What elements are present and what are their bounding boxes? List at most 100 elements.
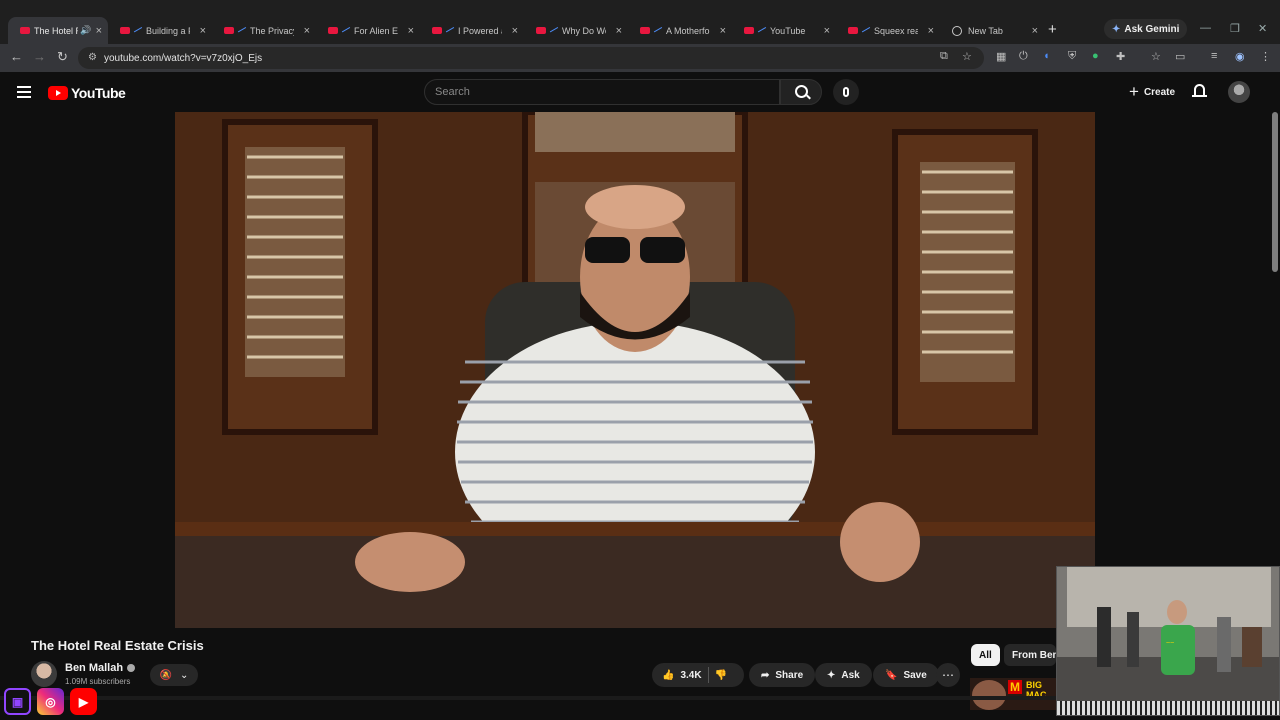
mcdonalds-logo-icon: M — [1008, 680, 1022, 694]
close-tab-icon[interactable]: × — [300, 25, 310, 37]
close-tab-icon[interactable]: × — [92, 25, 102, 37]
thumbnail-face — [972, 680, 1006, 710]
side-panel-icon[interactable]: ▭ — [1175, 50, 1185, 63]
tab-1[interactable]: The Hotel Re🔊× — [8, 17, 108, 44]
media-icon[interactable]: ≡ — [1211, 50, 1217, 62]
search-input[interactable]: Search — [424, 79, 780, 105]
account-avatar[interactable] — [1228, 81, 1250, 103]
voice-search-button[interactable] — [833, 79, 859, 105]
youtube-logo[interactable]: YouTube — [48, 85, 126, 101]
share-button[interactable]: ➦ Share — [749, 663, 816, 687]
recommended-video-thumbnail[interactable]: M BIG MAC — [970, 678, 1060, 710]
youtube-favicon-icon — [432, 27, 442, 34]
notifications-bell-icon[interactable] — [1192, 84, 1207, 99]
loading-icon — [237, 26, 248, 35]
like-button[interactable]: 👍 3.4K — [662, 670, 702, 681]
video-player[interactable] — [175, 112, 1095, 628]
channel-avatar[interactable] — [31, 661, 57, 687]
close-window-icon[interactable]: ✕ — [1258, 22, 1267, 35]
loading-icon — [341, 26, 352, 35]
close-tab-icon[interactable]: × — [820, 25, 830, 37]
tab-7[interactable]: A Motherfo × — [628, 17, 732, 44]
page-scrollbar[interactable] — [1272, 112, 1278, 272]
bookmarks-icon[interactable]: ☆ — [1151, 50, 1161, 63]
loading-icon — [445, 26, 456, 35]
bell-off-icon: 🔕 — [159, 669, 173, 681]
thumbs-up-icon: 👍 — [662, 669, 675, 681]
back-icon[interactable]: ← — [10, 49, 23, 64]
save-button[interactable]: 🔖 Save — [873, 663, 939, 687]
new-tab-button[interactable]: + — [1048, 21, 1057, 38]
youtube-favicon-icon — [120, 27, 130, 34]
close-tab-icon[interactable]: × — [1028, 25, 1038, 37]
tab-5[interactable]: I Powered a × — [420, 17, 524, 44]
globe-icon — [952, 25, 962, 36]
youtube-favicon-icon — [328, 27, 338, 34]
loading-icon — [653, 26, 664, 35]
install-app-icon[interactable]: ⧉ — [940, 50, 948, 63]
like-dislike-group: 👍 3.4K 👎 — [652, 663, 744, 687]
power-icon[interactable]: ⏻ — [1019, 50, 1028, 63]
puzzle-icon[interactable]: ✚ — [1116, 50, 1125, 63]
pip-street-scene: ~~ — [1057, 567, 1279, 703]
loading-icon — [133, 26, 144, 35]
close-tab-icon[interactable]: × — [716, 25, 726, 37]
bookmark-icon: 🔖 — [885, 669, 898, 681]
video-title: The Hotel Real Estate Crisis — [31, 638, 204, 653]
verified-check-icon — [127, 664, 136, 672]
profile-icon[interactable]: ◉ — [1235, 50, 1245, 63]
ask-gemini-button[interactable]: ✦ Ask Gemini — [1104, 19, 1188, 39]
share-arrow-icon: ➦ — [761, 669, 770, 681]
extension-badge-icon[interactable]: ● — [1092, 50, 1099, 62]
chip-from-channel[interactable]: From Ben M — [1004, 644, 1056, 666]
extension-gift-icon[interactable]: ▦ — [996, 50, 1006, 63]
close-tab-icon[interactable]: × — [508, 25, 518, 37]
url-bar[interactable]: ⚙ youtube.com/watch?v=v7z0xjO_Ejs — [78, 47, 984, 69]
search-button[interactable] — [780, 79, 822, 105]
browser-tab-bar: The Hotel Re🔊× Building a F× The Privacy… — [0, 0, 1280, 44]
minimize-icon[interactable]: — — [1200, 22, 1211, 34]
tab-6[interactable]: Why Do We × — [524, 17, 628, 44]
close-tab-icon[interactable]: × — [924, 25, 934, 37]
close-tab-icon[interactable]: × — [404, 25, 414, 37]
tab-2[interactable]: Building a F × — [108, 17, 212, 44]
youtube-favicon-icon — [20, 27, 30, 34]
video-progress-bar[interactable] — [0, 696, 1056, 700]
reload-icon[interactable]: ↻ — [57, 49, 68, 65]
tab-4[interactable]: For Alien Ey × — [316, 17, 420, 44]
channel-name[interactable]: Ben Mallah — [65, 662, 136, 674]
more-actions-icon[interactable]: ⋯ — [936, 663, 960, 687]
tab-3[interactable]: The Privacy × — [212, 17, 316, 44]
tab-8[interactable]: YouTube × — [732, 17, 836, 44]
browser-menu-icon[interactable]: ⋮ — [1260, 50, 1271, 63]
youtube-favicon-icon — [744, 27, 754, 34]
close-tab-icon[interactable]: × — [196, 25, 206, 37]
chip-all[interactable]: All — [971, 644, 1000, 666]
bookmark-star-icon[interactable]: ☆ — [962, 50, 972, 63]
pip-timeline-bar — [1057, 701, 1279, 715]
youtube-favicon-icon — [848, 27, 858, 34]
ask-button[interactable]: ✦ Ask — [815, 663, 872, 687]
site-info-icon[interactable]: ⚙ — [88, 52, 97, 63]
instagram-icon: ◎ — [37, 688, 64, 715]
tab-9[interactable]: Squeex rea × — [836, 17, 940, 44]
forward-icon[interactable]: → — [33, 49, 46, 64]
shield-icon[interactable]: ⛨ — [1068, 50, 1076, 63]
youtube-favicon-icon — [536, 27, 546, 34]
chevron-down-icon: ⌄ — [180, 669, 189, 681]
video-frame-image — [175, 112, 1095, 628]
loading-icon — [757, 26, 768, 35]
youtube-icon: ▶ — [70, 688, 97, 715]
hamburger-menu-icon[interactable] — [17, 86, 31, 101]
create-button[interactable]: + Create — [1119, 80, 1185, 104]
audio-wave-icon[interactable]: ◖ — [1043, 50, 1050, 62]
tab-10[interactable]: New Tab × — [940, 17, 1044, 44]
microphone-icon — [843, 87, 849, 97]
thumbs-down-icon[interactable]: 👎 — [715, 670, 727, 681]
streamer-social-overlay: ▣ ◎ ▶ — [4, 688, 97, 715]
close-tab-icon[interactable]: × — [612, 25, 622, 37]
picture-in-picture-overlay[interactable]: ~~ — [1056, 566, 1280, 716]
maximize-icon[interactable]: ❐ — [1230, 22, 1240, 35]
subscribed-notifications-button[interactable]: 🔕 ⌄ — [150, 664, 198, 686]
plus-icon: + — [1129, 82, 1139, 101]
